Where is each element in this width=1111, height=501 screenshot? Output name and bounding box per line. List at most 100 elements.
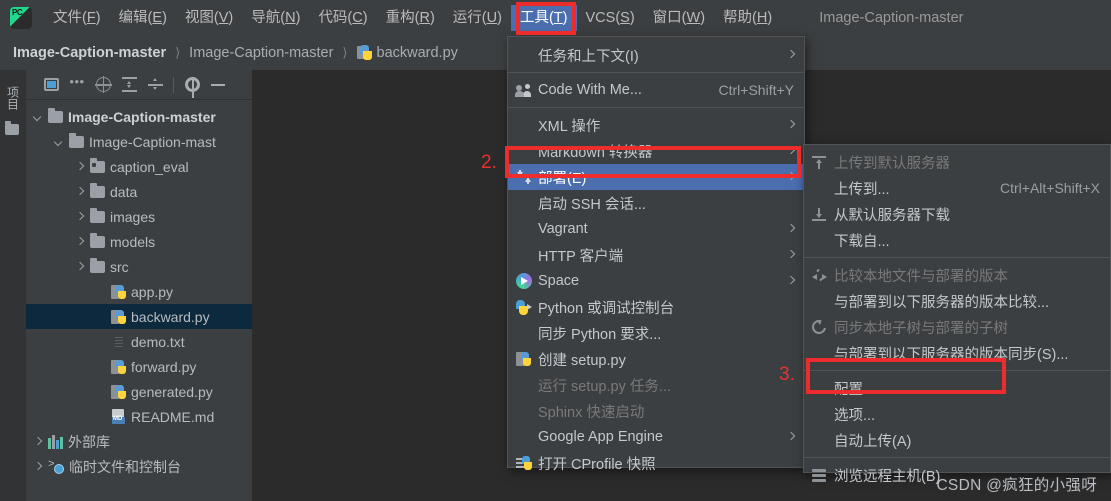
select-opened-file-icon[interactable] — [38, 73, 64, 97]
folder-source-icon — [90, 157, 105, 173]
tools-menu-item-11[interactable]: 创建 setup.py — [508, 346, 804, 372]
menu-item-label: 配置... — [834, 381, 876, 398]
download-icon — [812, 207, 834, 221]
deploy-icon — [516, 170, 532, 184]
menu-item-label: 运行 setup.py 任务... — [538, 378, 671, 395]
tools-menu-item-5[interactable]: 启动 SSH 会话... — [508, 190, 804, 216]
sidebar-tab-project[interactable]: 项目 — [4, 76, 22, 120]
menubar-item-0[interactable]: 文件(F) — [44, 5, 110, 31]
locate-target-icon[interactable] — [90, 73, 116, 97]
chevron-down-icon[interactable] — [32, 111, 44, 123]
tree-item-generated.py[interactable]: generated.py — [26, 379, 252, 404]
tree-item-Image-Caption-master[interactable]: Image-Caption-master — [26, 104, 252, 129]
deploy-submenu-item-10[interactable]: 自动上传(A) — [804, 427, 1110, 453]
tree-item-[interactable]: >_ 临时文件和控制台 — [26, 454, 252, 479]
menubar-item-10[interactable]: 帮助(H) — [714, 5, 781, 31]
tools-menu-item-0[interactable]: 任务和上下文(I) — [508, 42, 804, 68]
chevron-right-icon[interactable] — [74, 211, 86, 223]
tools-menu-item-7[interactable]: HTTP 客户端 — [508, 242, 804, 268]
deploy-submenu-item-1[interactable]: 上传到... Ctrl+Alt+Shift+X — [804, 175, 1110, 201]
tree-item-src[interactable]: src — [26, 254, 252, 279]
menubar-item-9[interactable]: 窗口(W) — [644, 5, 714, 31]
menu-item-label: 上传到默认服务器 — [834, 155, 950, 172]
settings-gear-icon[interactable] — [179, 73, 205, 98]
tree-item-Image-Caption-mast[interactable]: Image-Caption-mast — [26, 129, 252, 154]
deploy-submenu-item-7[interactable]: 与部署到以下服务器的版本同步(S)... — [804, 340, 1110, 366]
tree-item-demo.txt[interactable]: demo.txt — [26, 329, 252, 354]
menubar-item-4[interactable]: 代码(C) — [309, 5, 376, 31]
tree-item-forward.py[interactable]: forward.py — [26, 354, 252, 379]
tree-item-app.py[interactable]: app.py — [26, 279, 252, 304]
tools-menu-item-6[interactable]: Vagrant — [508, 216, 804, 242]
deploy-submenu-item-2[interactable]: 从默认服务器下载 — [804, 201, 1110, 227]
python-file-icon — [111, 284, 126, 300]
folder-icon[interactable] — [5, 121, 19, 135]
tools-menu-item-2[interactable]: XML 操作 — [508, 112, 804, 138]
tree-item-label: generated.py — [131, 383, 213, 400]
tree-item-models[interactable]: models — [26, 229, 252, 254]
tree-item-images[interactable]: images — [26, 204, 252, 229]
project-tree: Image-Caption-master Image-Caption-mast ca… — [26, 100, 252, 479]
chevron-right-icon[interactable] — [32, 461, 44, 473]
menubar-item-7[interactable]: 工具(T) — [510, 5, 577, 31]
tree-item-[interactable]: 外部库 — [26, 429, 252, 454]
menubar-item-6[interactable]: 运行(U) — [444, 5, 511, 31]
tools-menu-item-1[interactable]: Code With Me... Ctrl+Shift+Y — [508, 77, 804, 103]
tree-item-label: caption_eval — [110, 158, 189, 175]
tree-item-backward.py[interactable]: backward.py — [26, 304, 252, 329]
tools-menu-item-10[interactable]: 同步 Python 要求... — [508, 320, 804, 346]
tree-item-label: models — [110, 233, 156, 250]
tools-menu-item-15[interactable]: 打开 CProfile 快照 — [508, 450, 804, 476]
chevron-right-icon[interactable] — [74, 236, 86, 248]
deploy-submenu-item-5[interactable]: 与部署到以下服务器的版本比较... — [804, 288, 1110, 314]
browse-icon — [812, 468, 834, 482]
sync-icon — [809, 317, 829, 337]
menu-item-label: 创建 setup.py — [538, 352, 626, 369]
menu-separator — [804, 370, 1110, 371]
breadcrumb-item-2[interactable]: backward.py — [377, 45, 458, 61]
menubar-item-3[interactable]: 导航(N) — [242, 5, 309, 31]
chevron-right-icon[interactable] — [74, 186, 86, 198]
browse-remote-host-icon — [812, 468, 826, 482]
menu-item-label: 上传到... — [834, 181, 890, 198]
breadcrumb-item-0[interactable]: Image-Caption-master — [13, 45, 166, 61]
chevron-right-icon[interactable] — [32, 436, 44, 448]
chevron-right-icon[interactable] — [74, 261, 86, 273]
deploy-submenu-item-3[interactable]: 下载自... — [804, 227, 1110, 253]
space-icon — [516, 273, 532, 289]
deploy-submenu-item-9[interactable]: 选项... — [804, 401, 1110, 427]
menubar-item-8[interactable]: VCS(S) — [577, 5, 644, 31]
deploy-submenu-item-8[interactable]: 配置... — [804, 375, 1110, 401]
collapse-all-icon[interactable] — [142, 73, 168, 97]
menu-item-label: 部署(E) — [538, 170, 587, 187]
tools-menu-item-8[interactable]: Space — [508, 268, 804, 294]
tree-arrow-placeholder — [95, 336, 107, 348]
tree-item-label: 外部库 — [68, 433, 110, 450]
chevron-down-icon[interactable] — [53, 136, 65, 148]
tree-item-caption_eval[interactable]: caption_eval — [26, 154, 252, 179]
menubar-item-1[interactable]: 编辑(E) — [110, 5, 176, 31]
folder-icon — [90, 257, 105, 273]
upload-icon — [812, 155, 826, 169]
tools-menu-item-14[interactable]: Google App Engine — [508, 424, 804, 450]
more-options-icon[interactable]: ••• — [64, 73, 90, 97]
tools-menu-item-13: Sphinx 快速启动 — [508, 398, 804, 424]
chevron-right-icon[interactable] — [74, 161, 86, 173]
tools-menu-item-3[interactable]: Markdown 转换器 — [508, 138, 804, 164]
library-icon — [48, 434, 63, 449]
expand-all-icon[interactable] — [116, 73, 142, 97]
tree-item-README.md[interactable]: README.md — [26, 404, 252, 429]
tree-item-label: data — [110, 183, 138, 200]
menubar-item-5[interactable]: 重构(R) — [377, 5, 444, 31]
breadcrumb-item-1[interactable]: Image-Caption-master — [189, 45, 333, 61]
hide-panel-icon[interactable] — [205, 73, 231, 97]
menu-bar: 文件(F)编辑(E)视图(V)导航(N)代码(C)重构(R)运行(U)工具(T)… — [0, 0, 1111, 36]
tools-menu-item-9[interactable]: Python 或调试控制台 — [508, 294, 804, 320]
menubar-item-2[interactable]: 视图(V) — [176, 5, 242, 31]
tools-menu-item-4[interactable]: 部署(E) — [508, 164, 804, 190]
python-file-icon — [516, 351, 532, 367]
tree-item-data[interactable]: data — [26, 179, 252, 204]
python-file-icon — [111, 309, 126, 325]
menu-item-label: 下载自... — [834, 233, 890, 250]
tree-item-label: images — [110, 208, 156, 225]
